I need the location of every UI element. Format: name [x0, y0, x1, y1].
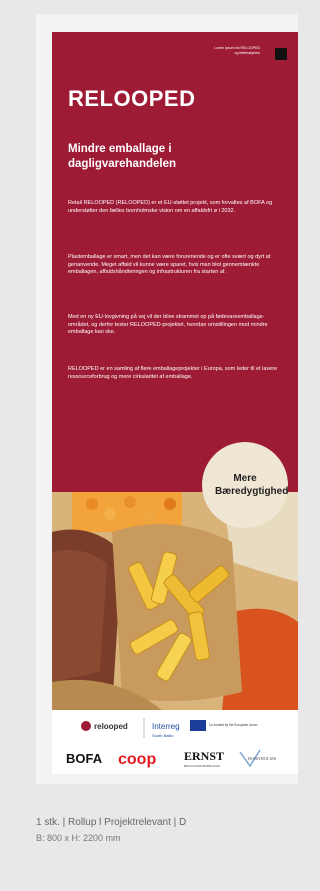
qr-icon [275, 48, 287, 60]
ernst-logo: ERNST [184, 749, 224, 763]
interreg-sub-text: South Baltic [152, 733, 173, 738]
paragraph-3: Med en ny EU-lovgivning på vej vil der b… [68, 314, 268, 335]
product-caption[interactable]: 1 stk. | Rollup l Projektrelevant | D [36, 817, 186, 828]
relooped-logo-text: relooped [94, 722, 128, 731]
banner-title: RELOOPED [68, 86, 196, 111]
bornholms-logo: BORNHOLMS [248, 756, 277, 761]
badge-text: Mere Bæredygtighed [215, 473, 289, 497]
partner-logos-row-1: relooped Interreg South Baltic Co-funded… [52, 714, 298, 742]
eu-text: Co-funded by the European Union [209, 723, 258, 727]
ernst-sub-text: ØKOLOGISK BORNHOLM [184, 764, 221, 768]
banner-subtitle: Mindre emballage i dagligvarehandelen [68, 143, 177, 170]
eu-flag-icon [190, 720, 206, 731]
relooped-logo-icon [81, 721, 91, 731]
paragraph-2: Plastemballage er smart, men det kan vær… [68, 254, 271, 275]
paragraph-1: Retail RELOOPED (RELOOPED) er et EU-støt… [68, 200, 273, 214]
rollup-banner[interactable]: Lorem ipsum fra RELOOPED og fællesstyrke… [52, 32, 298, 774]
coop-logo: coop [118, 751, 156, 768]
top-tag: Lorem ipsum fra RELOOPED og fællesstyrke… [214, 46, 260, 55]
bofa-logo: BOFA [66, 751, 103, 766]
sustainability-badge: Mere Bæredygtighed [202, 442, 288, 528]
partner-logos-row-2: BOFA coop ERNST ØKOLOGISK BORNHOLM BORNH… [52, 742, 298, 774]
paragraph-4: RELOOPED er en samling af flere emballag… [68, 366, 278, 380]
product-dimensions: B: 800 x H: 2200 mm [36, 833, 121, 843]
interreg-logo-text: Interreg [152, 722, 180, 731]
banner-red-section: Lorem ipsum fra RELOOPED og fællesstyrke… [52, 32, 298, 492]
